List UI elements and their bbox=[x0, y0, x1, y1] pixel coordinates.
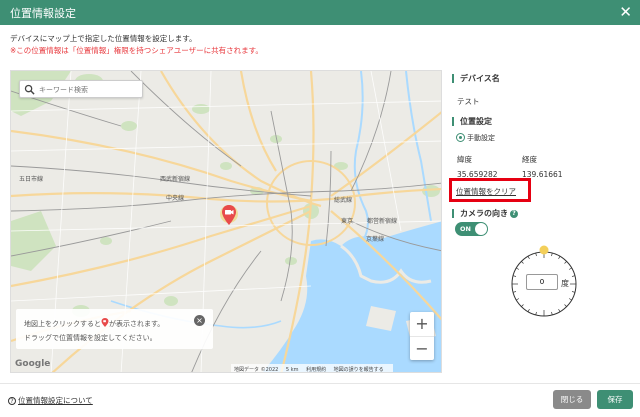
map-scale: 5 km bbox=[285, 367, 299, 373]
google-logo: Google bbox=[15, 359, 51, 369]
radio-selected-icon bbox=[456, 133, 465, 142]
zoom-in-button[interactable]: + bbox=[410, 312, 434, 336]
hint-line-1: 地図上をクリックすると が表示されます。 bbox=[24, 318, 165, 328]
description-text: デバイスにマップ上で指定した位置情報を設定します。 bbox=[10, 34, 197, 43]
longitude-label: 経度 bbox=[522, 155, 537, 164]
map-data-credit: 地図データ ©2022 bbox=[234, 367, 279, 373]
footer-divider bbox=[0, 383, 640, 384]
map-search-box[interactable] bbox=[19, 80, 143, 98]
place-label: 東京 bbox=[341, 218, 354, 225]
zoom-control: + − bbox=[410, 312, 434, 360]
angle-unit: 度 bbox=[561, 279, 569, 288]
place-label: 五日市線 bbox=[19, 176, 44, 183]
device-name-title: デバイス名 bbox=[452, 74, 500, 83]
place-label: 中央線 bbox=[166, 195, 185, 202]
close-button[interactable]: 閉じる bbox=[553, 390, 591, 409]
report-error-link[interactable]: 地図の誤りを報告する bbox=[334, 367, 384, 372]
dialog-titlebar: 位置情報設定 ✕ bbox=[0, 0, 640, 25]
location-pin-icon[interactable] bbox=[218, 202, 240, 230]
save-button[interactable]: 保存 bbox=[597, 390, 633, 409]
place-label: 京葉線 bbox=[366, 236, 385, 243]
zoom-out-button[interactable]: − bbox=[410, 336, 434, 360]
hint-line-2: ドラッグで位置情報を設定してください。 bbox=[24, 334, 157, 342]
question-icon: ? bbox=[8, 397, 16, 405]
settings-panel: デバイス名 テスト 位置設定 手動設定 緯度 経度 35.659282 139.… bbox=[452, 70, 632, 270]
angle-input[interactable] bbox=[526, 274, 558, 290]
toggle-knob bbox=[475, 223, 487, 235]
latitude-label: 緯度 bbox=[457, 155, 472, 164]
map-attribution: 地図データ ©2022 5 km 利用規約 地図の誤りを報告する bbox=[231, 364, 393, 373]
place-label: 西武新宿線 bbox=[160, 176, 191, 183]
manual-setting-label: 手動設定 bbox=[467, 134, 495, 142]
search-icon bbox=[24, 84, 35, 95]
map-view[interactable]: 五日市線 西武新宿線 中央線 総武線 東京 都営新宿線 京葉線 地図上をクリック… bbox=[10, 70, 442, 373]
map-hint-box: 地図上をクリックすると が表示されます。 ドラッグで位置情報を設定してください。 bbox=[16, 309, 213, 349]
about-link[interactable]: ? 位置情報設定について bbox=[8, 395, 93, 406]
camera-direction-title: カメラの向き? bbox=[452, 209, 518, 218]
location-setting-title: 位置設定 bbox=[452, 117, 492, 126]
place-label: 都営新宿線 bbox=[367, 218, 398, 225]
toggle-label: ON bbox=[460, 225, 471, 233]
camera-toggle[interactable]: ON bbox=[455, 222, 488, 236]
terms-link[interactable]: 利用規約 bbox=[306, 367, 326, 372]
warning-text: ※この位置情報は「位置情報」権限を持つシェアユーザーに共有されます。 bbox=[10, 46, 263, 55]
help-icon[interactable]: ? bbox=[510, 210, 518, 218]
map-search-input[interactable] bbox=[39, 83, 139, 96]
hint-close-icon[interactable]: × bbox=[194, 315, 205, 326]
device-name-value: テスト bbox=[457, 97, 480, 106]
close-icon[interactable]: ✕ bbox=[619, 3, 632, 21]
dialog-title: 位置情報設定 bbox=[10, 7, 76, 20]
pin-icon bbox=[101, 318, 109, 327]
place-label: 総武線 bbox=[334, 197, 353, 204]
clear-location-link[interactable]: 位置情報をクリア bbox=[456, 186, 516, 197]
